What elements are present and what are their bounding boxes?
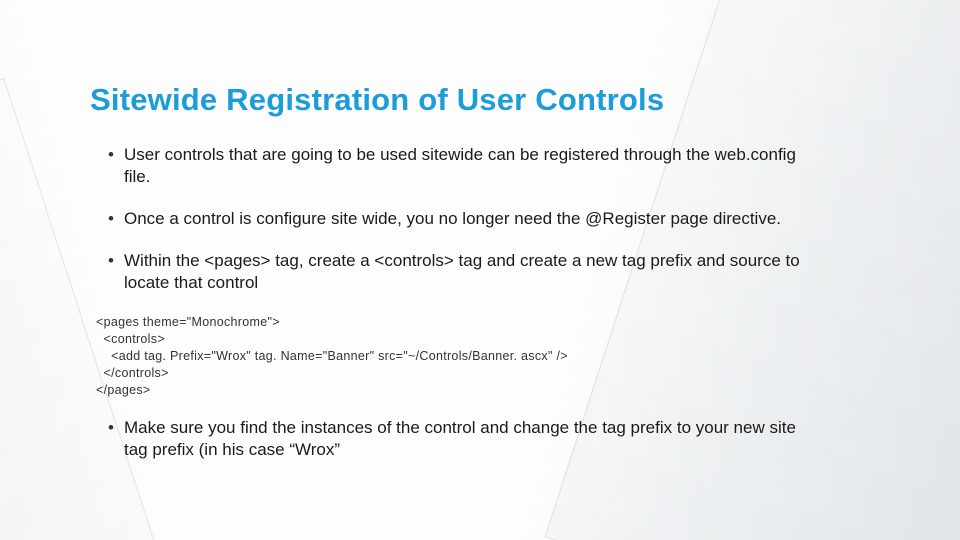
bullet-list-top: User controls that are going to be used … bbox=[90, 144, 870, 294]
slide-title: Sitewide Registration of User Controls bbox=[90, 82, 870, 118]
list-item: User controls that are going to be used … bbox=[108, 144, 804, 188]
code-example: <pages theme="Monochrome"> <controls> <a… bbox=[96, 314, 870, 398]
list-item: Make sure you find the instances of the … bbox=[108, 417, 804, 461]
list-item: Within the <pages> tag, create a <contro… bbox=[108, 250, 804, 294]
list-item: Once a control is configure site wide, y… bbox=[108, 208, 804, 230]
slide-content: Sitewide Registration of User Controls U… bbox=[0, 0, 960, 540]
bullet-list-bottom: Make sure you find the instances of the … bbox=[90, 417, 870, 461]
